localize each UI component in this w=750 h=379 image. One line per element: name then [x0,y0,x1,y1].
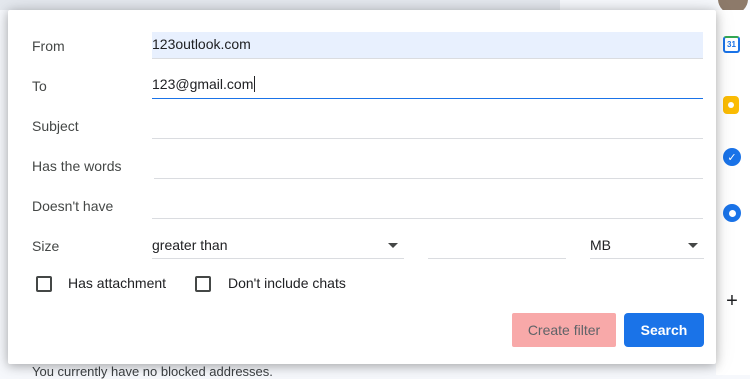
to-row: To 123@gmail.com [32,72,704,100]
side-panel [716,10,750,375]
keep-icon[interactable] [723,96,739,114]
text-caret [254,76,256,92]
has-words-field[interactable] [154,152,703,179]
dropdown-arrow-icon [688,243,698,248]
size-unit-select[interactable]: MB [590,232,704,259]
search-button[interactable]: Search [624,313,704,347]
from-row: From 123outlook.com [32,32,704,60]
blocked-addresses-text: You currently have no blocked addresses. [32,364,273,379]
size-operator-value: greater than [152,237,228,253]
to-field[interactable]: 123@gmail.com [152,72,703,99]
has-words-row: Has the words [32,152,704,180]
size-amount-input[interactable] [428,232,566,259]
to-value-wrap: 123@gmail.com [152,76,256,92]
subject-field[interactable] [152,112,703,139]
size-label: Size [32,238,60,254]
subject-row: Subject [32,112,704,140]
create-filter-button[interactable]: Create filter [512,313,616,347]
doesnt-have-label: Doesn't have [32,198,114,214]
size-unit-value: MB [590,237,611,253]
tasks-icon[interactable]: ✓ [723,148,741,166]
dropdown-arrow-icon [388,243,398,248]
subject-label: Subject [32,118,79,134]
size-row: Size greater than MB [32,232,704,260]
doesnt-have-field[interactable] [152,192,703,219]
plus-icon[interactable]: + [723,290,741,312]
background-toolbar [0,0,560,10]
advanced-search-dialog: From 123outlook.com To 123@gmail.com Sub… [8,10,716,364]
calendar-icon[interactable]: 31 [723,36,740,53]
to-label: To [32,78,47,94]
size-operator-select[interactable]: greater than [152,232,404,259]
dont-include-chats-checkbox[interactable] [195,276,211,292]
dont-include-chats-label[interactable]: Don't include chats [228,275,346,291]
from-label: From [32,38,65,54]
from-value: 123outlook.com [152,36,251,52]
has-attachment-checkbox[interactable] [36,276,52,292]
has-attachment-label[interactable]: Has attachment [68,275,166,291]
contacts-icon[interactable] [723,204,741,222]
has-words-label: Has the words [32,158,122,174]
to-value: 123@gmail.com [152,76,254,92]
checkbox-row: Has attachment Don't include chats [32,274,432,294]
doesnt-have-row: Doesn't have [32,192,704,220]
from-field[interactable]: 123outlook.com [152,32,703,59]
